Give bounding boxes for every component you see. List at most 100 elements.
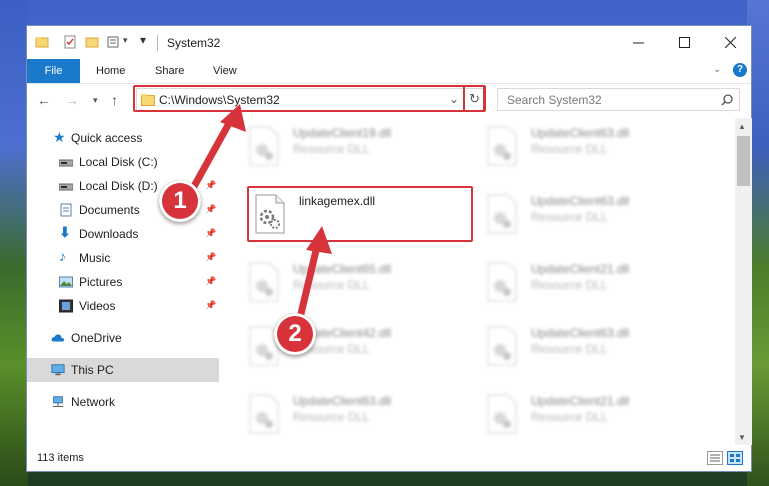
file-name: UpdateClient63.dll (531, 326, 630, 340)
file-type: Resource DLL (293, 142, 370, 156)
sidebar-item-this-pc[interactable]: This PC (27, 358, 219, 382)
file-type: Resource DLL (531, 210, 608, 224)
tab-home[interactable]: Home (84, 59, 137, 83)
properties-icon[interactable] (63, 35, 77, 49)
tab-file[interactable]: File (27, 59, 80, 83)
minimize-icon (632, 42, 644, 43)
expand-ribbon-icon[interactable]: ⌄ (713, 64, 721, 75)
sidebar-item-videos[interactable]: Videos 📌 (27, 294, 219, 318)
item-count: 113 items (37, 452, 84, 464)
ribbon: File Home Share View ⌄ ? (27, 59, 751, 84)
sidebar-item-music[interactable]: ♪ Music 📌 (27, 246, 219, 270)
sidebar-item-quick-access[interactable]: ★ Quick access (27, 126, 219, 150)
dll-file-icon (249, 262, 279, 302)
drive-icon (59, 183, 73, 191)
sidebar-item-onedrive[interactable]: OneDrive (27, 326, 219, 350)
maximize-button[interactable] (661, 26, 707, 58)
videos-icon (59, 299, 73, 313)
dll-file-icon (487, 126, 517, 166)
sidebar-item-label: Videos (79, 299, 116, 313)
cloud-icon (51, 334, 65, 342)
tab-share[interactable]: Share (143, 59, 196, 83)
documents-icon (60, 203, 72, 217)
tiles-view-icon[interactable] (727, 451, 743, 465)
sidebar-item-label: Local Disk (D:) (79, 179, 158, 193)
folder-icon (35, 37, 49, 48)
network-icon (52, 396, 64, 407)
status-bar: 113 items (27, 445, 751, 471)
step2-badge: 2 (274, 313, 316, 355)
sidebar-item-local-disk-c[interactable]: Local Disk (C:) (27, 150, 219, 174)
list-item[interactable]: UpdateClient21.dll Resource DLL (483, 260, 703, 306)
back-arrow-icon[interactable]: ← (37, 92, 51, 108)
file-type: Resource DLL (531, 342, 608, 356)
file-name: UpdateClient63.dll (293, 394, 392, 408)
vertical-scrollbar[interactable]: ▲ ▼ (735, 118, 752, 445)
file-type: Resource DLL (531, 142, 608, 156)
list-item[interactable]: UpdateClient21.dll Resource DLL (483, 392, 703, 438)
recent-locations-icon[interactable]: ▾ (93, 95, 98, 106)
help-icon[interactable]: ? (733, 63, 747, 77)
list-item[interactable]: UpdateClient63.dll Resource DLL (483, 124, 703, 170)
maximize-icon (678, 36, 690, 48)
sidebar-item-label: Network (71, 395, 116, 409)
file-type: Resource DLL (531, 278, 608, 292)
scrollbar-thumb[interactable] (737, 136, 750, 186)
minimize-button[interactable] (615, 26, 661, 58)
list-item[interactable]: UpdateClient63.dll Resource DLL (483, 192, 703, 238)
file-name: UpdateClient21.dll (531, 262, 630, 276)
music-icon: ♪ (59, 248, 66, 264)
address-highlight-box (133, 85, 485, 112)
chevron-down-icon[interactable]: ▾ (123, 35, 128, 46)
sidebar-item-label: OneDrive (71, 331, 122, 345)
sidebar-item-label: Quick access (71, 131, 143, 145)
customize-toolbar-icon[interactable] (107, 35, 121, 49)
file-type: Resource DLL (531, 410, 608, 424)
download-icon: ⬇ (59, 224, 71, 240)
pin-icon[interactable]: 📌 (205, 300, 216, 311)
step1-badge: 1 (159, 180, 201, 222)
details-view-icon[interactable] (707, 451, 723, 465)
address-row: ← → ▾ ↑ C:\Windows\System32 ⌄ ↻ Search S… (27, 84, 751, 117)
list-item[interactable]: UpdateClient65.dll Resource DLL (245, 260, 465, 306)
pin-icon[interactable]: 📌 (205, 228, 216, 239)
dll-file-icon (249, 394, 279, 434)
computer-icon (51, 364, 65, 376)
file-highlight-box (247, 186, 473, 242)
search-input[interactable]: Search System32 (497, 88, 740, 111)
pin-icon[interactable]: 📌 (205, 180, 216, 191)
file-name: UpdateClient19.dll (293, 126, 392, 140)
title-bar: ▾ ▾ System32 (27, 26, 751, 59)
scroll-down-icon[interactable]: ▼ (738, 433, 746, 442)
sidebar-item-label: Documents (79, 203, 140, 217)
pictures-icon (59, 276, 73, 288)
list-item[interactable]: UpdateClient19.dll Resource DLL (245, 124, 465, 170)
forward-arrow-icon[interactable]: → (65, 92, 79, 108)
qa-dropdown-icon[interactable]: ▾ (140, 33, 146, 47)
title-separator (157, 35, 158, 51)
dll-file-icon (487, 194, 517, 234)
file-type: Resource DLL (293, 278, 370, 292)
pin-icon[interactable]: 📌 (205, 252, 216, 263)
close-button[interactable] (707, 26, 753, 58)
sidebar-item-pictures[interactable]: Pictures 📌 (27, 270, 219, 294)
sidebar-item-label: Pictures (79, 275, 123, 289)
sidebar-item-network[interactable]: Network (27, 390, 219, 414)
up-arrow-icon[interactable]: ↑ (111, 92, 118, 108)
tab-view[interactable]: View (201, 59, 249, 83)
sidebar-item-downloads[interactable]: ⬇ Downloads 📌 (27, 222, 219, 246)
search-placeholder: Search System32 (507, 93, 602, 107)
file-type: Resource DLL (293, 410, 370, 424)
list-item[interactable]: UpdateClient63.dll Resource DLL (483, 324, 703, 370)
list-item[interactable]: UpdateClient63.dll Resource DLL (245, 392, 465, 438)
dll-file-icon (487, 394, 517, 434)
pin-icon[interactable]: 📌 (205, 204, 216, 215)
dll-file-icon (249, 126, 279, 166)
file-explorer-window: ▾ ▾ System32 File Home Share View ⌄ ? ← … (26, 25, 752, 472)
file-name: UpdateClient21.dll (531, 394, 630, 408)
pin-icon[interactable]: 📌 (205, 276, 216, 287)
new-folder-icon[interactable] (85, 35, 99, 49)
dll-file-icon (487, 262, 517, 302)
drive-icon (59, 159, 73, 167)
scroll-up-icon[interactable]: ▲ (738, 122, 746, 131)
